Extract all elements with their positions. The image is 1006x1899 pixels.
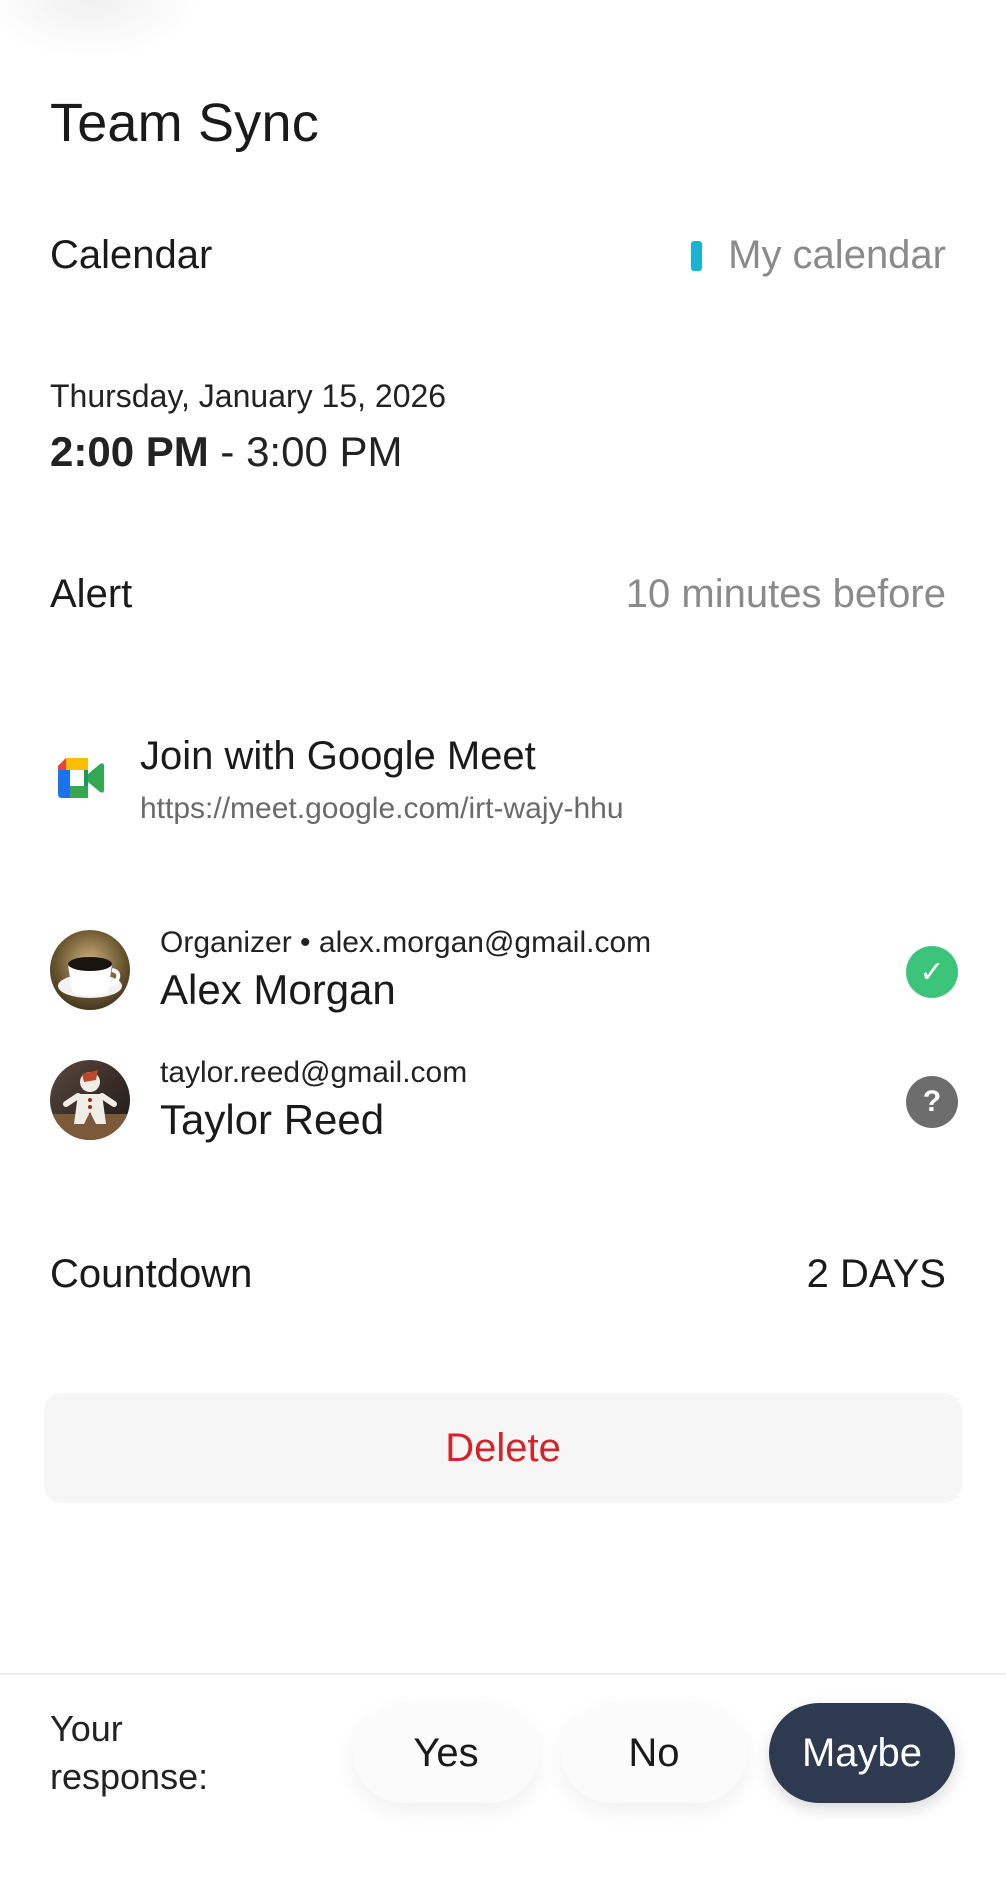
response-label: Your response: [50, 1708, 209, 1797]
calendar-row[interactable]: Calendar My calendar [50, 233, 946, 278]
calendar-value[interactable]: My calendar [691, 233, 946, 278]
gingerbread-avatar [50, 1060, 130, 1140]
alert-label: Alert [50, 572, 133, 616]
response-no-button[interactable]: No [561, 1703, 747, 1803]
delete-button[interactable]: Delete [44, 1393, 962, 1503]
coffee-cup-avatar [50, 930, 130, 1010]
top-shadow [0, 0, 200, 60]
event-time-start: 2:00 PM [50, 428, 209, 475]
google-meet-link[interactable]: Join with Google Meet https://meet.googl… [50, 730, 930, 840]
response-maybe-button[interactable]: Maybe [769, 1703, 955, 1803]
countdown-row: Countdown 2 DAYS [50, 1252, 946, 1297]
attendee-name: Taylor Reed [160, 1096, 385, 1143]
google-meet-icon [58, 758, 104, 798]
alert-value[interactable]: 10 minutes before [626, 572, 946, 617]
attendee-row[interactable]: taylor.reed@gmail.com Taylor Reed ? [50, 1050, 958, 1150]
response-bar: Your response: Yes No Maybe [0, 1673, 1006, 1899]
event-time: 2:00 PM - 3:00 PM [50, 428, 402, 476]
attendee-email: Organizer • alex.morgan@gmail.com [160, 926, 652, 959]
alert-row[interactable]: Alert 10 minutes before [50, 572, 946, 617]
attendee-name: Alex Morgan [160, 966, 396, 1013]
check-icon: ✓ [906, 946, 958, 998]
response-yes-button[interactable]: Yes [353, 1703, 539, 1803]
attendee-row[interactable]: Organizer • alex.morgan@gmail.com Alex M… [50, 920, 958, 1020]
attendee-email: taylor.reed@gmail.com [160, 1056, 468, 1089]
countdown-value: 2 DAYS [806, 1252, 946, 1296]
event-date: Thursday, January 15, 2026 [50, 378, 447, 414]
calendar-color-chip [691, 240, 703, 271]
event-time-separator: - [208, 428, 247, 475]
meet-title: Join with Google Meet [140, 734, 536, 778]
calendar-name: My calendar [728, 233, 946, 277]
calendar-label: Calendar [50, 233, 213, 277]
question-icon: ? [906, 1076, 958, 1128]
meet-url[interactable]: https://meet.google.com/irt-wajy-hhu [140, 792, 624, 826]
event-time-end: 3:00 PM [246, 428, 403, 475]
countdown-label: Countdown [50, 1252, 253, 1296]
event-title: Team Sync [50, 93, 319, 153]
